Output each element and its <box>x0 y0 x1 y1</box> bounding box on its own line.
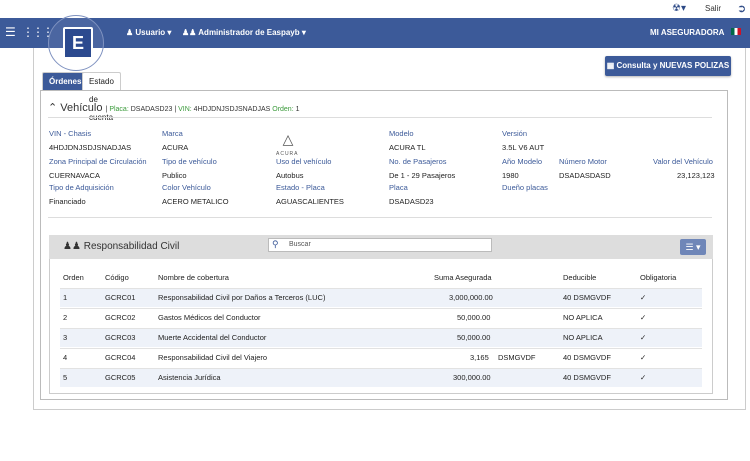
cell-orden: 5 <box>63 373 68 382</box>
consulta-nuevas-polizas-button[interactable]: ▦ Consulta y NUEVAS POLIZAS <box>605 56 731 76</box>
vehiculo-title: Vehículo <box>60 102 103 114</box>
mexico-flag-icon[interactable] <box>731 28 741 35</box>
field-label-motor: Número Motor <box>559 157 607 166</box>
cell-obligatoria-check-icon: ✓ <box>640 293 647 302</box>
cell-deducible: NO APLICA <box>563 333 603 342</box>
field-label-pasajeros: No. de Pasajeros <box>389 157 447 166</box>
cell-obligatoria-check-icon: ✓ <box>640 353 647 362</box>
cell-nombre: Muerte Accidental del Conductor <box>158 333 267 342</box>
tab-estado-de-cuenta[interactable]: Estado de cuenta <box>82 72 121 122</box>
field-label-modelo: Modelo <box>389 129 414 138</box>
vehiculo-summary: | Placa: DSADASD23 | VIN: 4HDJDNJSDJSNAD… <box>105 106 300 113</box>
col-header-deducible: Deducible <box>563 273 597 282</box>
table-row[interactable] <box>60 308 702 327</box>
field-label-version: Versión <box>502 129 528 138</box>
hamburger-menu-icon[interactable]: ☰ <box>5 25 16 39</box>
cell-codigo: GCRC05 <box>105 373 136 382</box>
cell-obligatoria-check-icon: ✓ <box>640 373 647 382</box>
cell-suma: 50,000.00 <box>457 333 491 342</box>
cell-codigo: GCRC01 <box>105 293 136 302</box>
top-utility-bar: ☢▾ Salir ➲ <box>0 0 750 18</box>
salir-link[interactable]: Salir <box>705 4 721 13</box>
admin-label: Administrador de Easpayb <box>198 28 300 37</box>
field-value-uso: Autobus <box>276 171 304 180</box>
usuario-label: Usuario <box>135 28 166 37</box>
cell-orden: 3 <box>63 333 68 342</box>
field-label-zona: Zona Principal de Circulación <box>49 157 147 166</box>
aseguradora-label: MI ASEGURADORA <box>650 28 725 37</box>
field-label-placa: Placa <box>389 183 408 192</box>
field-label-anio: Año Modelo <box>502 157 543 166</box>
field-value-valor: 23,123,123 <box>677 171 715 180</box>
cell-nombre: Asistencia Jurídica <box>158 373 221 382</box>
cell-deducible: NO APLICA <box>563 313 603 322</box>
consulta-label: Consulta y NUEVAS POLIZAS <box>616 61 730 70</box>
cell-nombre: Responsabilidad Civil por Daños a Tercer… <box>158 293 326 302</box>
cell-suma: 50,000.00 <box>457 313 491 322</box>
field-label-vin: VIN - Chasis <box>49 129 92 138</box>
cell-nombre: Gastos Médicos del Conductor <box>158 313 261 322</box>
admin-menu[interactable]: ♟♟ Administrador de Easpayb ▾ <box>182 28 306 37</box>
field-value-anio: 1980 <box>502 171 519 180</box>
usuario-menu[interactable]: ♟ Usuario ▾ <box>126 28 171 37</box>
field-value-vin: 4HDJDNJSDJSNADJAS <box>49 143 132 152</box>
field-label-dueno: Dueño placas <box>502 183 548 192</box>
notifications-icon[interactable]: ☢▾ <box>672 3 686 14</box>
col-header-suma: Suma Asegurada <box>434 273 492 282</box>
responsabilidad-civil-title: ♟♟ Responsabilidad Civil <box>63 241 180 252</box>
col-header-codigo: Código <box>105 273 129 282</box>
cell-deducible: 40 DSMGVDF <box>563 353 611 362</box>
field-label-valor: Valor del Vehículo <box>653 157 713 166</box>
divider <box>48 217 712 218</box>
field-value-version: 3.5L V6 AUT <box>502 143 545 152</box>
vehiculo-header[interactable]: ⌃ Vehículo | Placa: DSADASD23 | VIN: 4HD… <box>48 101 300 114</box>
cell-suma: 3,165 <box>470 353 489 362</box>
field-label-tipo-vehiculo: Tipo de vehículo <box>162 157 217 166</box>
search-placeholder: Buscar <box>289 241 311 248</box>
cell-codigo: GCRC04 <box>105 353 136 362</box>
cell-deducible: 40 DSMGVDF <box>563 293 611 302</box>
col-header-nombre: Nombre de cobertura <box>158 273 229 282</box>
field-label-marca: Marca <box>162 129 183 138</box>
cell-obligatoria-check-icon: ✓ <box>640 313 647 322</box>
col-header-obligatoria: Obligatoria <box>640 273 677 282</box>
cell-codigo: GCRC03 <box>105 333 136 342</box>
table-row[interactable] <box>60 328 702 347</box>
cell-obligatoria-check-icon: ✓ <box>640 333 647 342</box>
field-value-estado-placa: AGUASCALIENTES <box>276 197 344 206</box>
field-label-color: Color Vehículo <box>162 183 211 192</box>
field-value-modelo: ACURA TL <box>389 143 426 152</box>
cell-nombre: Responsabilidad Civil del Viajero <box>158 353 268 362</box>
field-label-adquisicion: Tipo de Adquisición <box>49 183 114 192</box>
collapse-chevron-icon[interactable]: ⌃ <box>48 102 57 114</box>
field-value-color: ACERO METALICO <box>162 197 229 206</box>
cell-suma: 3,000,000.00 <box>449 293 493 302</box>
cell-orden: 4 <box>63 353 68 362</box>
cell-orden: 1 <box>63 293 68 302</box>
field-value-pasajeros: De 1 - 29 Pasajeros <box>389 171 456 180</box>
cell-suma-unidad: DSMGVDF <box>498 353 536 362</box>
field-label-estado-placa: Estado - Placa <box>276 183 325 192</box>
divider <box>48 117 712 118</box>
field-label-uso: Uso del vehículo <box>276 157 332 166</box>
field-value-tipo-vehiculo: Publico <box>162 171 187 180</box>
columns-menu-button[interactable]: ☰ ▾ <box>680 239 706 255</box>
field-value-adquisicion: Financiado <box>49 197 86 206</box>
cell-suma: 300,000.00 <box>453 373 491 382</box>
cell-deducible: 40 DSMGVDF <box>563 373 611 382</box>
cell-codigo: GCRC02 <box>105 313 136 322</box>
field-value-zona: CUERNAVACA <box>49 171 100 180</box>
logout-icon[interactable]: ➲ <box>737 2 746 15</box>
search-icon[interactable]: ⚲ <box>272 239 279 250</box>
cell-orden: 2 <box>63 313 68 322</box>
field-value-motor: DSADASDASD <box>559 171 611 180</box>
acura-logo-icon: △ <box>282 131 294 147</box>
field-value-marca: ACURA <box>162 143 189 152</box>
main-navbar: ☰ ⋮⋮⋮ ♟ Usuario ▾ ♟♟ Administrador de Ea… <box>0 18 750 48</box>
field-value-placa: DSADASD23 <box>389 197 434 206</box>
col-header-orden: Orden <box>63 273 84 282</box>
users-icon: ♟♟ <box>63 241 81 252</box>
